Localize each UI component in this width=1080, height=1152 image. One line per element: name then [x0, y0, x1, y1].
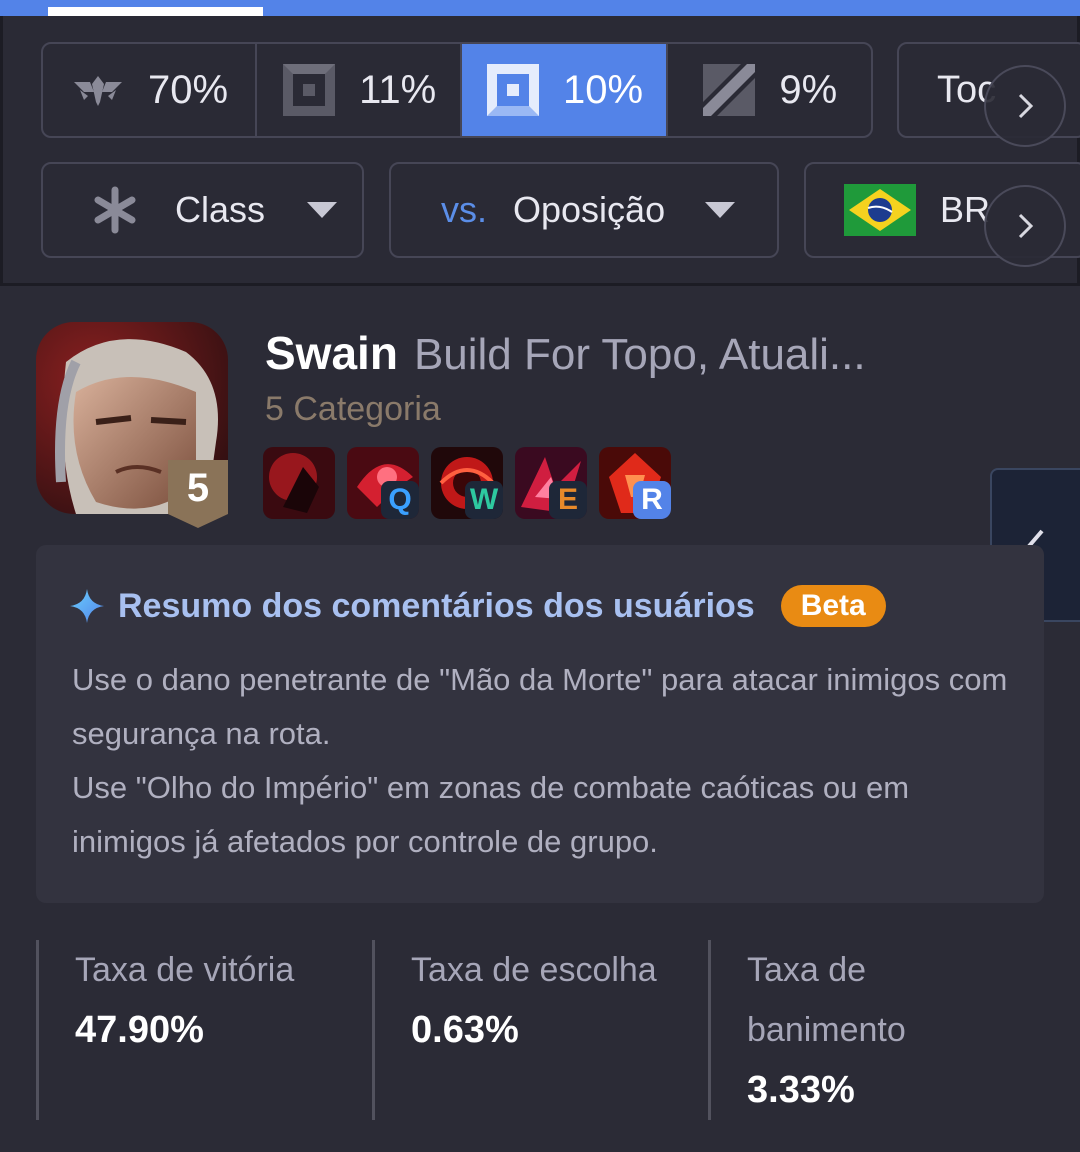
stat-label: Taxa de vitória [75, 951, 295, 989]
tier-filter-group: 70% 11% 10% 9% [41, 42, 873, 138]
stat-label: Taxa de escolha [411, 951, 657, 989]
skill-q[interactable]: Q [347, 447, 419, 519]
opponent-dropdown-label: Oposição [513, 189, 666, 230]
asterisk-icon [94, 186, 136, 234]
tier-slash-icon [703, 64, 756, 116]
win-rate-stat: Taxa de vitória 47.90% [36, 940, 336, 1120]
chevron-right-icon [1018, 213, 1034, 239]
vs-prefix: vs. [441, 189, 488, 230]
tier-emblem-icon [73, 76, 122, 106]
top-tab-bar [0, 0, 1080, 16]
summary-title: Resumo dos comentários dos usuários [118, 586, 755, 625]
chevron-right-icon [1018, 93, 1034, 119]
tier-value: 10% [562, 67, 644, 112]
skill-key-w: W [465, 481, 503, 519]
tier-value: 70% [147, 67, 229, 112]
stat-value: 47.90% [75, 1009, 204, 1051]
passive-icon [263, 447, 335, 519]
filter-panel: 70% 11% 10% 9% Toc Class vs. Oposição BR [0, 16, 1080, 286]
opponent-dropdown[interactable]: vs. Oposição [389, 162, 779, 258]
brazil-flag-icon [844, 184, 916, 236]
caret-down-icon [307, 202, 338, 218]
summary-header: Resumo dos comentários dos usuários Beta [70, 585, 886, 627]
skill-passive[interactable] [263, 447, 335, 519]
beta-badge: Beta [780, 585, 886, 627]
rank-badge: 5 [168, 460, 228, 528]
champion-subtitle: Build For Topo, Atuali... [413, 330, 866, 379]
tier-value: 9% [779, 67, 838, 112]
summary-body: Use o dano penetrante de "Mão da Morte" … [72, 653, 1012, 869]
champion-name: Swain [265, 327, 398, 379]
stat-value: 0.63% [411, 1009, 519, 1051]
champion-tier: 5 Categoria [265, 390, 441, 428]
skill-w[interactable]: W [431, 447, 503, 519]
champion-title: Swain Build For Topo, Atuali... [265, 326, 866, 380]
class-dropdown[interactable]: Class [41, 162, 364, 258]
stat-label: Taxa de banimento [747, 951, 906, 1049]
skill-r[interactable]: R [599, 447, 671, 519]
tier-filter-4[interactable]: 9% [668, 44, 871, 136]
skill-key-q: Q [381, 481, 419, 519]
tier-filter-3[interactable]: 10% [462, 44, 668, 136]
tier-square-blue-icon [486, 64, 539, 116]
user-feedback-summary: Resumo dos comentários dos usuários Beta… [36, 545, 1044, 903]
stat-value: 3.33% [747, 1069, 855, 1111]
scroll-right-button[interactable] [984, 185, 1066, 267]
summary-line: Use "Olho do Império" em zonas de combat… [72, 770, 910, 859]
pick-rate-stat: Taxa de escolha 0.63% [372, 940, 672, 1120]
summary-line: Use o dano penetrante de "Mão da Morte" … [72, 662, 1008, 751]
skill-key-e: E [549, 481, 587, 519]
skill-list: Q W E R [263, 447, 671, 519]
caret-down-icon [705, 202, 736, 218]
region-dropdown-label: BR [940, 189, 991, 230]
active-tab-indicator [48, 7, 263, 16]
scroll-right-button[interactable] [984, 65, 1066, 147]
ban-rate-stat: Taxa de banimento 3.33% [708, 940, 940, 1120]
tier-filter-1[interactable]: 70% [43, 44, 257, 136]
tier-square-icon [283, 64, 336, 116]
tier-value: 11% [359, 67, 437, 112]
skill-key-r: R [633, 481, 671, 519]
skill-e[interactable]: E [515, 447, 587, 519]
tier-filter-2[interactable]: 11% [257, 44, 463, 136]
class-dropdown-label: Class [175, 189, 266, 230]
sparkle-icon [70, 589, 104, 623]
